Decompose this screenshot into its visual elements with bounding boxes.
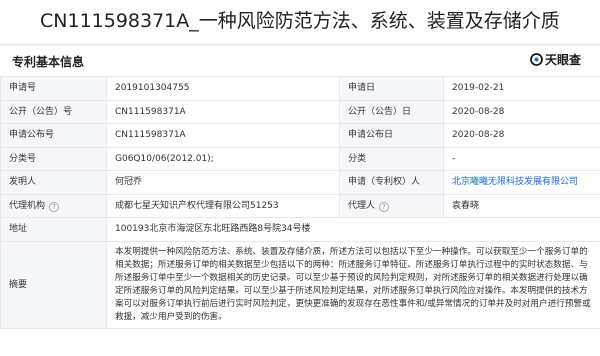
section-title: 专利基本信息 <box>12 55 85 69</box>
abstract-value: 本发明提供一种风险防范方法、系统、装置及存储介质，所述方法可以包括以下至少一种操… <box>106 240 600 329</box>
inventor-value: 何冠乔 <box>106 170 340 195</box>
publication-date-value: 2020-08-28 <box>443 99 600 124</box>
publication-no-label: 公开（公告）号 <box>0 99 107 124</box>
application-date-label: 申请日 <box>339 76 444 101</box>
page-title: CN111598371A_一种风险防范方法、系统、装置及存储介质 <box>40 10 560 32</box>
agency-label-cell: 代理机构? <box>0 193 107 218</box>
applicant-link-text[interactable]: 北京曦曦无限科技发展有限公司 <box>452 177 578 187</box>
logo-text: 天眼查 <box>545 53 582 67</box>
application-no-value: 2019101304755 <box>106 76 340 101</box>
table-row: 申请公布号 CN111598371A 申请公布日 2020-08-28 <box>0 123 600 148</box>
agency-label: 代理机构 <box>9 200 46 211</box>
app-publication-date-label: 申请公布日 <box>339 123 444 148</box>
application-date-value: 2019-02-21 <box>443 76 600 101</box>
classification-label: 分类号 <box>0 146 107 171</box>
agent-value: 袁春晓 <box>443 193 600 218</box>
agency-value: 成都七星天知识产权代理有限公司51253 <box>106 193 340 218</box>
table-row: 分类号 G06Q10/06(2012.01); 分类 - <box>0 146 600 171</box>
applicant-label: 申请（专利权）人 <box>339 170 444 195</box>
title-divider <box>0 44 600 45</box>
publication-no-value: CN111598371A <box>106 99 340 124</box>
agent-label: 代理人 <box>348 200 376 211</box>
agent-label-cell: 代理人? <box>339 193 444 218</box>
patent-info-table: 申请号 2019101304755 申请日 2019-02-21 公开（公告）号… <box>0 76 600 329</box>
applicant-link[interactable]: 北京曦曦无限科技发展有限公司 <box>443 170 600 195</box>
address-value: 100193北京市海淀区东北旺路西路8号院34号楼 <box>106 217 600 242</box>
table-row: 申请号 2019101304755 申请日 2019-02-21 <box>0 76 600 101</box>
eye-logo-icon <box>530 53 543 66</box>
app-publication-no-label: 申请公布号 <box>0 123 107 148</box>
app-publication-no-value: CN111598371A <box>106 123 340 148</box>
table-row: 发明人 何冠乔 申请（专利权）人 北京曦曦无限科技发展有限公司 <box>0 170 600 195</box>
abstract-label: 摘要 <box>0 240 107 329</box>
info-icon[interactable]: ? <box>379 201 390 212</box>
tianyancha-logo[interactable]: 天眼查 <box>530 51 581 68</box>
table-row: 公开（公告）号 CN111598371A 公开（公告）日 2020-08-28 <box>0 99 600 124</box>
classification-value: G06Q10/06(2012.01); <box>106 146 340 171</box>
publication-date-label: 公开（公告）日 <box>339 99 444 124</box>
table-row: 代理机构? 成都七星天知识产权代理有限公司51253 代理人? 袁春晓 <box>0 193 600 218</box>
table-row: 摘要 本发明提供一种风险防范方法、系统、装置及存储介质，所述方法可以包括以下至少… <box>0 240 600 329</box>
app-publication-date-value: 2020-08-28 <box>443 123 600 148</box>
table-row: 地址 100193北京市海淀区东北旺路西路8号院34号楼 <box>0 217 600 242</box>
info-icon[interactable]: ? <box>49 201 60 212</box>
address-label: 地址 <box>0 217 107 242</box>
application-no-label: 申请号 <box>0 76 107 101</box>
category-value: - <box>443 146 600 171</box>
inventor-label: 发明人 <box>0 170 107 195</box>
category-label: 分类 <box>339 146 444 171</box>
